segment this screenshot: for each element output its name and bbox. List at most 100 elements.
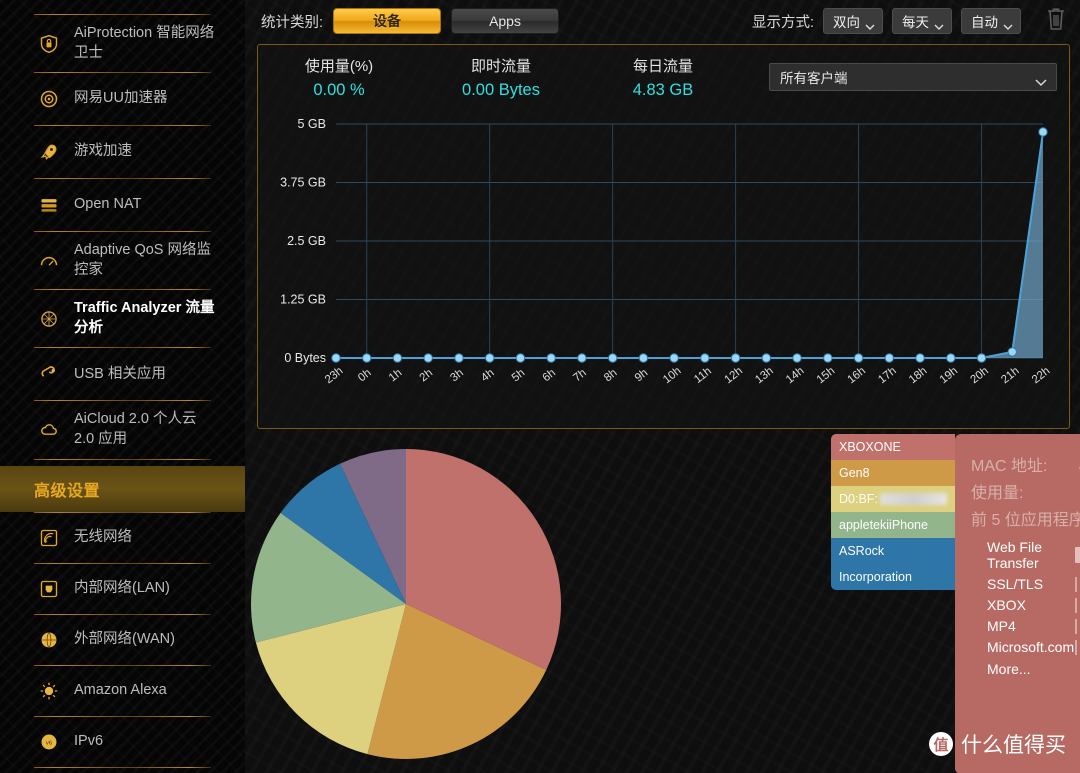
svg-text:3.75 GB: 3.75 GB [280,176,326,190]
sidebar-item-adaptive-qos[interactable]: Adaptive QoS 网络监控家 [0,232,245,289]
traffic-chart-card: 使用量(%) 0.00 % 即时流量 0.00 Bytes 每日流量 4.83 … [257,44,1070,429]
top-app-name: XBOX [987,597,1026,614]
sidebar: AiProtection 智能网络卫士 网易UU加速器 游戏加速 Open NA… [0,0,245,773]
svg-text:16h: 16h [845,365,868,386]
sidebar-item-wan[interactable]: 外部网络(WAN) [0,615,245,665]
svg-text:14h: 14h [784,365,807,386]
top-app-name: SSL/TLS [987,576,1044,593]
sidebar-item-game-boost[interactable]: 游戏加速 [0,126,245,178]
svg-text:3h: 3h [448,367,465,384]
chevron-down-icon [934,19,944,34]
sidebar-item-uu-accelerator[interactable]: 网易UU加速器 [0,73,245,125]
legend-item[interactable]: Gen8 [831,460,955,486]
nav-divider [34,458,211,460]
svg-text:13h: 13h [753,365,776,386]
client-filter-select[interactable]: 所有客户端 [769,63,1057,91]
sidebar-item-wireless[interactable]: 无线网络 [0,513,245,563]
pie-chart[interactable] [245,429,590,773]
sidebar-item-traffic-analyzer[interactable]: Traffic Analyzer 流量分析 [0,290,245,347]
legend-item[interactable]: Incorporation [831,564,955,590]
legend-item-label: Gen8 [839,466,870,480]
period-select[interactable]: 每天 [892,8,952,34]
top-app-bar-cell [1075,618,1080,634]
sidebar-item-label: AiProtection 智能网络卫士 [74,25,215,61]
watermark-text: 什么值得买 [961,734,1066,757]
svg-text:2h: 2h [418,367,435,384]
stat-value: 0.00 Bytes [462,81,540,99]
legend-item[interactable]: XBOXONE [831,434,955,460]
usb-icon [38,363,60,385]
more-link[interactable]: More... [971,661,1080,677]
trash-icon[interactable] [1044,6,1068,37]
sidebar-section-advanced: 高级设置 [0,465,245,512]
svg-text:20h: 20h [968,365,991,386]
svg-text:8h: 8h [602,367,619,384]
top-app-name: Microsoft.com [987,639,1075,656]
display-label: 显示方式: [751,14,814,31]
legend-item[interactable]: appletekiiPhone [831,512,955,538]
top-app-bar-cell [1075,597,1080,613]
mac-address-row: MAC 地址: 84:57: [971,452,1080,476]
line-chart-svg: 5 GB 3.75 GB 2.5 GB 1.25 GB 0 Bytes23h 0h 1h 2h… [280,117,1053,386]
top-app-row: MP47.13MB [971,618,1080,634]
tab-device[interactable]: 设备 [333,8,442,34]
svg-text:v6: v6 [46,740,52,746]
bottom-panels: XBOXONE Gen8 D0:BF: appletekiiPhone ASRock In… [245,429,1080,773]
sidebar-item-aiprotection[interactable]: AiProtection 智能网络卫士 [0,15,245,72]
sidebar-item-alexa[interactable]: Amazon Alexa [0,666,245,716]
top-app-name: Web File Transfer [987,539,1042,572]
sidebar-item-usb-apps[interactable]: USB 相关应用 [0,348,245,400]
stats-row: 使用量(%) 0.00 % 即时流量 0.00 Bytes 每日流量 4.83 … [258,45,1069,104]
sidebar-item-vpn[interactable]: VPN [0,768,245,773]
device-legend[interactable]: XBOXONE Gen8 D0:BF: appletekiiPhone ASRock In… [831,434,955,590]
direction-select[interactable]: 双向 [823,8,883,34]
toolbar-right: 显示方式: 双向 每天 自动 [752,6,1068,37]
stat-label: 使用量(%) [304,58,374,75]
sidebar-item-label: Adaptive QoS 网络监控家 [74,242,211,278]
top-app-bar [1075,576,1077,592]
stat-label: 即时流量 [470,58,531,75]
svg-text:1h: 1h [387,367,404,384]
mode-select[interactable]: 自动 [961,8,1021,34]
watermark-badge: 值 [929,732,953,756]
stat-daily-traffic: 每日流量 4.83 GB [582,55,744,100]
stat-value: 4.83 GB [632,81,694,99]
svg-text:7h: 7h [571,367,588,384]
sidebar-item-label: Traffic Analyzer 流量分析 [74,300,215,336]
sidebar-item-lan[interactable]: 内部网络(LAN) [0,564,245,614]
svg-text:6h: 6h [541,367,558,384]
sidebar-item-aicloud[interactable]: AiCloud 2.0 个人云 2.0 应用 [0,401,245,458]
svg-text:22h: 22h [1030,365,1053,386]
alexa-icon [38,680,60,702]
watermark: 值 什么值得买 [929,729,1066,759]
svg-text:15h: 15h [815,365,838,386]
sidebar-item-open-nat[interactable]: Open NAT [0,179,245,231]
stat-label: 每日流量 [632,58,693,75]
top-app-bar [1075,597,1077,613]
legend-item-label: appletekiiPhone [839,518,928,532]
tab-apps[interactable]: Apps [451,8,560,34]
svg-text:0h: 0h [356,367,373,384]
mode-value: 自动 [971,15,998,30]
nat-stack-icon [38,194,60,216]
redacted-value [879,493,947,505]
traffic-analyzer-icon [38,308,60,330]
top-app-row: XBOX10.16MB [971,597,1080,613]
svg-text:18h: 18h [907,365,930,386]
client-filter-value: 所有客户端 [780,71,848,86]
sidebar-item-ipv6[interactable]: v6 IPv6 [0,717,245,767]
svg-text:11h: 11h [692,365,714,386]
top-app-name: MP4 [987,618,1016,635]
legend-item[interactable]: ASRock [831,538,955,564]
top-app-bar [1075,640,1077,656]
legend-item[interactable]: D0:BF: [831,486,955,512]
top-app-bar [1075,618,1077,634]
uu-accelerator-icon [38,88,60,110]
svg-text:5 GB: 5 GB [298,117,327,131]
top-app-row: Web File Transfer1.53GB [971,539,1080,571]
usage-row: 使用量: 1.57 GB [971,479,1080,503]
traffic-line-chart[interactable]: 5 GB 3.75 GB 2.5 GB 1.25 GB 0 Bytes 23h 0h 1h 2h… [258,106,1069,406]
usage-label: 使用量: [971,485,1024,502]
gauge-icon [38,250,60,272]
svg-text:9h: 9h [633,367,650,384]
